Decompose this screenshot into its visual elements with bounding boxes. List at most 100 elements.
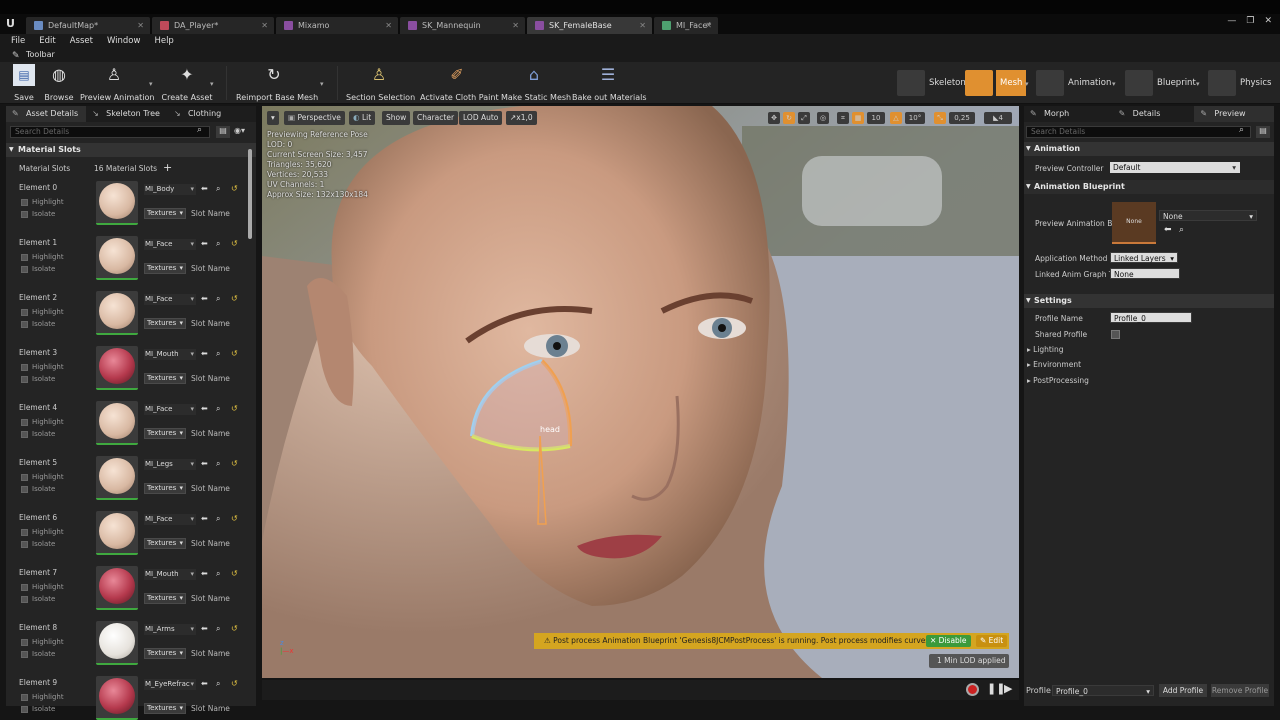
textures-dropdown[interactable]: Textures ▾ bbox=[144, 538, 186, 549]
use-selected-icon[interactable]: ⬅ bbox=[201, 184, 208, 193]
animation-mode-icon[interactable] bbox=[1036, 70, 1064, 96]
isolate-checkbox[interactable] bbox=[21, 211, 28, 218]
browse-button[interactable]: ◍ Browse bbox=[44, 62, 74, 104]
reset-icon[interactable]: ↺ bbox=[231, 349, 238, 358]
reset-icon[interactable]: ↺ bbox=[231, 404, 238, 413]
rotate-snap-value[interactable]: 10° bbox=[905, 112, 925, 124]
textures-dropdown[interactable]: Textures ▾ bbox=[144, 263, 186, 274]
isolate-checkbox[interactable] bbox=[21, 706, 28, 713]
animation-mode-button[interactable]: Animation bbox=[1068, 70, 1111, 96]
material-thumbnail[interactable] bbox=[96, 346, 138, 390]
highlight-checkbox[interactable] bbox=[21, 199, 28, 206]
use-selected-icon[interactable]: ⬅ bbox=[201, 569, 208, 578]
view-options-icon[interactable]: ▤ bbox=[1256, 126, 1270, 138]
highlight-checkbox[interactable] bbox=[21, 364, 28, 371]
reset-icon[interactable]: ↺ bbox=[231, 569, 238, 578]
view-options-icon[interactable]: ▤ bbox=[216, 126, 230, 138]
use-selected-icon[interactable]: ⬅ bbox=[201, 459, 208, 468]
highlight-checkbox[interactable] bbox=[21, 254, 28, 261]
search-input[interactable]: Search Details bbox=[10, 126, 210, 138]
profile-select[interactable]: Profile_0 ▾ bbox=[1052, 685, 1154, 696]
preview-controller-select[interactable]: Default bbox=[1110, 162, 1240, 173]
isolate-checkbox[interactable] bbox=[21, 596, 28, 603]
material-thumbnail[interactable] bbox=[96, 401, 138, 445]
menu-item[interactable]: File bbox=[11, 34, 25, 48]
material-select[interactable]: MI_Face bbox=[144, 514, 196, 525]
mesh-mode-icon[interactable] bbox=[965, 70, 993, 96]
reimport-dropdown-icon[interactable]: ▾ bbox=[320, 80, 324, 88]
browse-asset-icon[interactable]: ⌕ bbox=[216, 404, 220, 414]
lit-button[interactable]: ◐ Lit bbox=[349, 111, 376, 125]
browse-asset-icon[interactable]: ⌕ bbox=[216, 239, 220, 249]
tab-skeleton-tree[interactable]: ↘ Skeleton Tree bbox=[86, 106, 168, 122]
close-tab-icon[interactable]: ✕ bbox=[137, 17, 144, 34]
scrollbar[interactable] bbox=[248, 149, 252, 239]
document-tab[interactable]: Mixamo ✕ bbox=[276, 17, 398, 34]
textures-dropdown[interactable]: Textures ▾ bbox=[144, 483, 186, 494]
highlight-checkbox[interactable] bbox=[21, 309, 28, 316]
activate-cloth-paint-button[interactable]: ✐ Activate Cloth Paint bbox=[420, 62, 499, 104]
highlight-checkbox[interactable] bbox=[21, 694, 28, 701]
shared-profile-checkbox[interactable] bbox=[1111, 330, 1120, 339]
material-thumbnail[interactable] bbox=[96, 676, 138, 720]
make-static-mesh-button[interactable]: ⌂ Make Static Mesh bbox=[501, 62, 571, 104]
reimport-base-mesh-button[interactable]: ↻ Reimport Base Mesh bbox=[236, 62, 318, 104]
create-asset-dropdown-icon[interactable]: ▾ bbox=[210, 80, 214, 88]
tab-morph-target[interactable]: ✎Morph Target bbox=[1024, 106, 1113, 134]
animation-blueprint-section[interactable]: ▼ Animation Blueprint bbox=[1024, 180, 1274, 194]
textures-dropdown[interactable]: Textures ▾ bbox=[144, 648, 186, 659]
reset-icon[interactable]: ↺ bbox=[231, 294, 238, 303]
linked-anim-graph-input[interactable]: None bbox=[1110, 268, 1180, 279]
document-tab[interactable]: SK_FemaleBase ✕ bbox=[527, 17, 652, 34]
highlight-checkbox[interactable] bbox=[21, 419, 28, 426]
application-method-select[interactable]: Linked Layers ▾ bbox=[1110, 252, 1178, 263]
document-tab[interactable]: DA_Player* ✕ bbox=[152, 17, 274, 34]
browse-asset-icon[interactable]: ⌕ bbox=[216, 624, 220, 634]
camera-speed-button[interactable]: ◣4 bbox=[984, 112, 1012, 124]
textures-dropdown[interactable]: Textures ▾ bbox=[144, 703, 186, 714]
reset-icon[interactable]: ↺ bbox=[231, 459, 238, 468]
highlight-checkbox[interactable] bbox=[21, 474, 28, 481]
browse-asset-icon[interactable]: ⌕ bbox=[1179, 225, 1184, 235]
search-input[interactable]: Search Details bbox=[1026, 126, 1251, 138]
isolate-checkbox[interactable] bbox=[21, 321, 28, 328]
use-selected-icon[interactable]: ⬅ bbox=[201, 514, 208, 523]
move-icon[interactable]: ✥ bbox=[768, 112, 780, 124]
anim-bp-select[interactable]: None ▾ bbox=[1159, 210, 1257, 221]
edit-button[interactable]: ✎ Edit bbox=[976, 635, 1008, 647]
browse-asset-icon[interactable]: ⌕ bbox=[216, 679, 220, 689]
menu-item[interactable]: Help bbox=[154, 34, 173, 48]
lighting-row[interactable]: ▸ Lighting bbox=[1027, 345, 1063, 354]
textures-dropdown[interactable]: Textures ▾ bbox=[144, 593, 186, 604]
create-asset-button[interactable]: ✦ Create Asset bbox=[160, 62, 214, 104]
browse-asset-icon[interactable]: ⌕ bbox=[216, 349, 220, 359]
unreal-logo-icon[interactable]: U bbox=[6, 17, 20, 31]
settings-section[interactable]: ▼ Settings bbox=[1024, 294, 1274, 308]
rotate-snap-icon[interactable]: △ bbox=[890, 112, 902, 124]
reset-icon[interactable]: ↺ bbox=[231, 184, 238, 193]
remove-profile-button[interactable]: Remove Profile bbox=[1211, 684, 1269, 697]
material-select[interactable]: MI_Face bbox=[144, 404, 196, 415]
use-selected-icon[interactable]: ⬅ bbox=[201, 624, 208, 633]
isolate-checkbox[interactable] bbox=[21, 266, 28, 273]
use-selected-icon[interactable]: ⬅ bbox=[201, 404, 208, 413]
material-select[interactable]: MI_Legs bbox=[144, 459, 196, 470]
viewport[interactable]: head ▾ ▣ Perspective ◐ Lit Show Characte… bbox=[262, 106, 1019, 678]
profile-name-input[interactable]: Profile_0 bbox=[1110, 312, 1192, 323]
minimize-icon[interactable]: — bbox=[1227, 16, 1236, 26]
use-selected-icon[interactable]: ⬅ bbox=[201, 349, 208, 358]
material-slots-section[interactable]: ▼ Material Slots bbox=[6, 143, 256, 157]
character-button[interactable]: Character bbox=[413, 111, 459, 125]
play-forward-icon[interactable]: ▶ bbox=[1004, 682, 1012, 695]
animation-mode-dropdown-icon[interactable]: ▾ bbox=[1112, 80, 1116, 88]
lod-button[interactable]: LOD Auto bbox=[459, 111, 503, 125]
bone-gizmo[interactable] bbox=[262, 106, 1019, 678]
speed-button[interactable]: ↗x1,0 bbox=[506, 111, 537, 125]
blueprint-mode-dropdown-icon[interactable]: ▾ bbox=[1196, 80, 1200, 88]
material-thumbnail[interactable] bbox=[96, 566, 138, 610]
textures-dropdown[interactable]: Textures ▾ bbox=[144, 373, 186, 384]
material-thumbnail[interactable] bbox=[96, 236, 138, 280]
pause-icon[interactable]: ❚❚ bbox=[987, 682, 1005, 695]
browse-asset-icon[interactable]: ⌕ bbox=[216, 459, 220, 469]
browse-asset-icon[interactable]: ⌕ bbox=[216, 569, 220, 579]
